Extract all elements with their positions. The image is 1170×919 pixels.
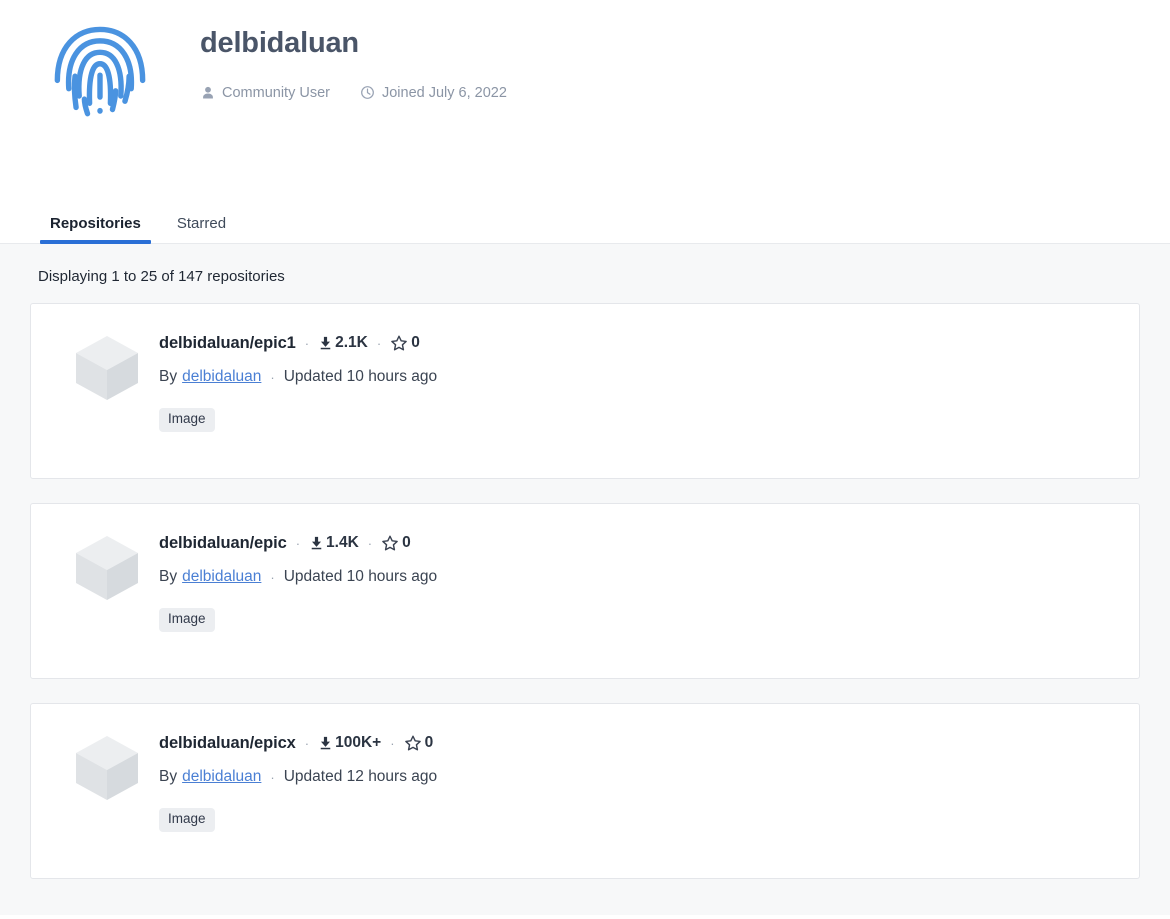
download-count-value: 100K+	[335, 734, 382, 752]
cube-icon	[76, 536, 138, 600]
repository-thumbnail	[55, 726, 159, 802]
account-type-label: Community User	[222, 84, 330, 101]
download-count: 1.4K	[309, 535, 359, 551]
separator-dot: ·	[367, 535, 373, 551]
tab-repositories[interactable]: Repositories	[40, 216, 151, 244]
results-count: Displaying 1 to 25 of 147 repositories	[38, 268, 285, 285]
repository-card[interactable]: delbidaluan/epic1 · 2.1K · 0 By delbidal…	[30, 303, 1140, 479]
repository-updated: Updated 10 hours ago	[283, 368, 438, 385]
star-count: 0	[381, 534, 411, 552]
download-count-value: 2.1K	[335, 334, 368, 352]
separator-dot: ·	[304, 735, 310, 751]
star-icon	[381, 534, 399, 552]
cube-icon	[76, 336, 138, 400]
by-label: By	[159, 368, 178, 385]
clock-icon	[360, 85, 375, 100]
profile-meta: Community User Joined July 6, 2022	[200, 85, 507, 101]
repository-meta-row: By delbidaluan · Updated 10 hours ago	[159, 568, 1115, 586]
repository-body: delbidaluan/epicx · 100K+ · 0 By delbida…	[159, 726, 1115, 832]
separator-dot: ·	[270, 769, 275, 785]
repository-owner-link[interactable]: delbidaluan	[182, 768, 261, 786]
joined-date: Joined July 6, 2022	[360, 85, 507, 101]
repository-title-row: delbidaluan/epicx · 100K+ · 0	[159, 734, 1115, 752]
separator-dot: ·	[270, 569, 275, 585]
repository-thumbnail	[55, 526, 159, 602]
repository-updated: Updated 10 hours ago	[283, 568, 438, 585]
star-icon	[404, 734, 422, 752]
repository-card[interactable]: delbidaluan/epic · 1.4K · 0 By delbidalu…	[30, 503, 1140, 679]
repository-list: delbidaluan/epic1 · 2.1K · 0 By delbidal…	[30, 303, 1140, 879]
status-badge: Image	[159, 808, 215, 832]
separator-dot: ·	[390, 735, 395, 751]
separator-dot: ·	[376, 335, 382, 351]
download-count: 100K+	[318, 735, 381, 751]
download-count: 2.1K	[318, 335, 368, 351]
repositories-panel: Displaying 1 to 25 of 147 repositories d…	[0, 244, 1170, 915]
page-title: delbidaluan	[200, 27, 359, 59]
repository-name[interactable]: delbidaluan/epicx	[159, 735, 296, 752]
repository-card[interactable]: delbidaluan/epicx · 100K+ · 0 By delbida…	[30, 703, 1140, 879]
profile-info: delbidaluan Community User Joined July 6…	[200, 14, 507, 101]
avatar	[0, 14, 200, 122]
person-icon	[200, 85, 215, 100]
fingerprint-icon	[54, 26, 146, 117]
repository-body: delbidaluan/epic · 1.4K · 0 By delbidalu…	[159, 526, 1115, 632]
repository-name[interactable]: delbidaluan/epic1	[159, 335, 296, 352]
repository-name[interactable]: delbidaluan/epic	[159, 535, 287, 552]
download-icon	[318, 335, 333, 351]
repository-owner-link[interactable]: delbidaluan	[182, 568, 261, 586]
star-count-value: 0	[402, 534, 411, 552]
star-count: 0	[390, 334, 420, 352]
by-label: By	[159, 568, 178, 585]
repository-title-row: delbidaluan/epic1 · 2.1K · 0	[159, 334, 1115, 352]
repository-owner-link[interactable]: delbidaluan	[182, 368, 261, 386]
status-badge: Image	[159, 608, 215, 632]
separator-dot: ·	[270, 369, 275, 385]
by-label: By	[159, 768, 178, 785]
repository-body: delbidaluan/epic1 · 2.1K · 0 By delbidal…	[159, 326, 1115, 432]
status-badge: Image	[159, 408, 215, 432]
download-icon	[309, 535, 324, 551]
tab-starred[interactable]: Starred	[167, 216, 236, 243]
separator-dot: ·	[304, 335, 310, 351]
repository-updated: Updated 12 hours ago	[283, 768, 438, 785]
repository-meta-row: By delbidaluan · Updated 10 hours ago	[159, 368, 1115, 386]
profile-tabs: Repositories Starred	[0, 196, 1170, 244]
joined-date-label: Joined July 6, 2022	[381, 84, 507, 101]
star-count-value: 0	[424, 734, 434, 752]
star-count-value: 0	[411, 334, 420, 352]
cube-icon	[76, 736, 138, 800]
download-icon	[318, 735, 333, 751]
profile-header: delbidaluan Community User Joined July 6…	[0, 0, 1170, 196]
download-count-value: 1.4K	[326, 534, 359, 552]
separator-dot: ·	[295, 535, 301, 551]
account-type: Community User	[200, 85, 330, 101]
repository-thumbnail	[55, 326, 159, 402]
star-icon	[390, 334, 408, 352]
repository-meta-row: By delbidaluan · Updated 12 hours ago	[159, 768, 1115, 786]
star-count: 0	[404, 734, 434, 752]
repository-title-row: delbidaluan/epic · 1.4K · 0	[159, 534, 1115, 552]
